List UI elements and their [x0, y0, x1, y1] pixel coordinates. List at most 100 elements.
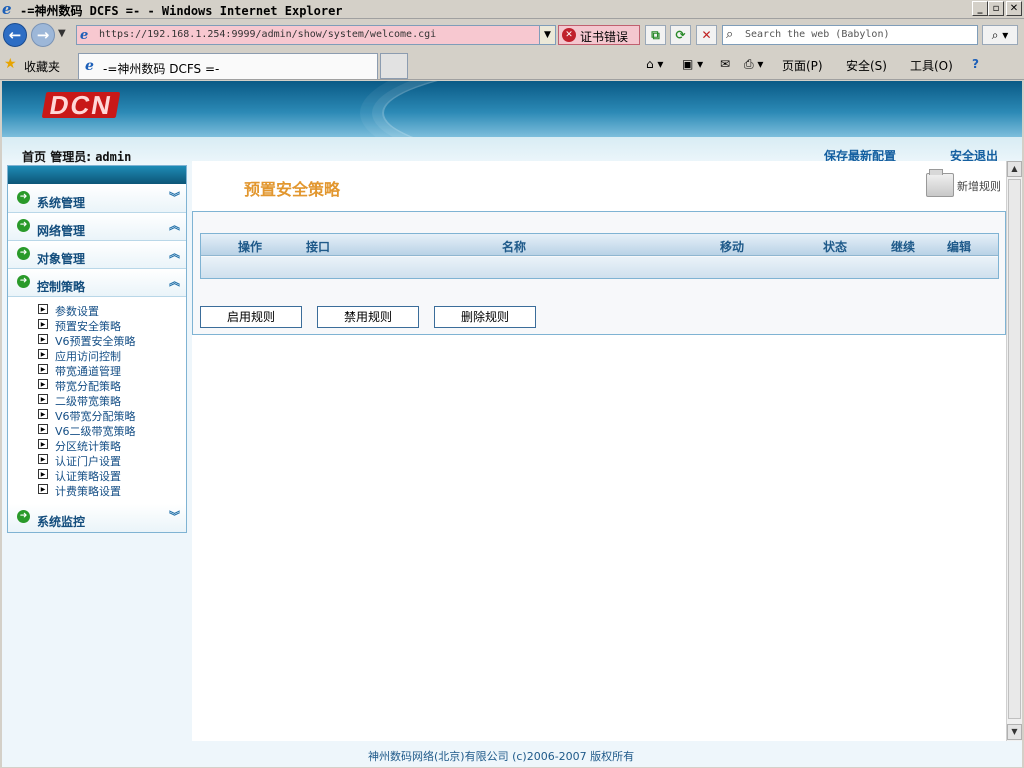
arrow-circle-icon: ➜: [17, 275, 30, 288]
home-icon[interactable]: ⌂ ▾: [646, 57, 663, 71]
tab-page-icon: e: [85, 58, 94, 74]
dcn-logo: DCN: [41, 90, 121, 120]
sidebar-item-label: 对象管理: [37, 252, 86, 266]
address-dropdown-icon[interactable]: ▼: [539, 26, 555, 44]
window-title: -=神州数码 DCFS =- - Windows Internet Explor…: [20, 4, 343, 18]
help-icon[interactable]: ?: [972, 57, 979, 71]
safety-menu[interactable]: 安全(S): [846, 57, 887, 74]
back-button[interactable]: ←: [3, 23, 27, 47]
column-header: 操作: [238, 240, 263, 254]
policy-table: 操作 接口 名称 移动 状态 继续 编辑: [200, 233, 999, 279]
folder-icon: [926, 169, 954, 197]
submenu-label: 二级带宽策略: [55, 395, 121, 408]
sidebar-header: [8, 166, 186, 184]
table-row: [201, 257, 998, 278]
chevron-down-icon[interactable]: ︾: [169, 189, 180, 205]
sidebar-item-monitor[interactable]: ➜ 系统监控 ︾: [8, 504, 186, 532]
submenu-label: 认证策略设置: [55, 470, 121, 483]
footer: 神州数码网络(北京)有限公司 (c)2006-2007 版权所有: [2, 741, 1022, 767]
feeds-icon[interactable]: ▣ ▾: [682, 57, 703, 71]
expand-box-icon: ▶: [38, 409, 48, 419]
forward-button[interactable]: →: [31, 23, 55, 47]
sidebar-item-label: 网络管理: [37, 224, 86, 238]
vertical-scrollbar[interactable]: ▲ ▼: [1006, 161, 1022, 741]
print-icon[interactable]: ⎙ ▾: [744, 57, 763, 72]
delete-rule-button[interactable]: 删除规则: [434, 306, 536, 328]
chevron-up-icon[interactable]: ︽: [169, 245, 180, 261]
submenu-label: 带宽通道管理: [55, 365, 121, 378]
submenu-label: 参数设置: [55, 305, 99, 318]
tools-menu[interactable]: 工具(O): [910, 57, 953, 74]
scroll-up-icon[interactable]: ▲: [1007, 161, 1022, 177]
scroll-down-icon[interactable]: ▼: [1007, 724, 1022, 740]
copyright-text: 神州数码网络(北京)有限公司 (c)2006-2007 版权所有: [368, 750, 635, 763]
browser-tab[interactable]: e -=神州数码 DCFS =-: [78, 53, 378, 79]
favorites-star-icon[interactable]: ★: [4, 56, 17, 72]
admin-label: 管理员:: [50, 150, 92, 164]
window-title-bar: e -=神州数码 DCFS =- - Windows Internet Expl…: [0, 0, 1024, 19]
favorites-bar: ★ 收藏夹 e -=神州数码 DCFS =- ⌂ ▾ ▣ ▾ ✉ ⎙ ▾ 页面(…: [0, 50, 1024, 80]
add-rule-label: 新增规则: [957, 180, 1001, 193]
main-content: 预置安全策略 新增规则 操作 接口 名称 移动 状态 继续 编辑 启用规则 禁用…: [192, 161, 1006, 741]
sidebar-item-control-policy[interactable]: ➜ 控制策略 ︽: [8, 269, 186, 297]
favorites-label[interactable]: 收藏夹: [24, 58, 60, 75]
add-rule-button[interactable]: 新增规则: [924, 169, 1004, 203]
shield-error-icon: ✕: [562, 28, 576, 42]
expand-box-icon: ▶: [38, 424, 48, 434]
page-menu[interactable]: 页面(P): [782, 57, 823, 74]
sidebar-item-objects[interactable]: ➜ 对象管理 ︽: [8, 241, 186, 269]
expand-box-icon: ▶: [38, 454, 48, 464]
sidebar-item-label: 控制策略: [37, 280, 86, 294]
sidebar-item-network[interactable]: ➜ 网络管理 ︽: [8, 213, 186, 241]
search-placeholder: Search the web (Babylon): [745, 29, 890, 40]
expand-box-icon: ▶: [38, 349, 48, 359]
scroll-thumb[interactable]: [1008, 179, 1021, 719]
expand-box-icon: ▶: [38, 484, 48, 494]
chevron-up-icon[interactable]: ︽: [169, 217, 180, 233]
certificate-error-button[interactable]: ✕ 证书错误: [558, 25, 640, 45]
page-icon: e: [80, 28, 89, 43]
policy-panel: 操作 接口 名称 移动 状态 继续 编辑 启用规则 禁用规则 删除规则: [192, 211, 1006, 335]
mail-icon[interactable]: ✉: [720, 57, 730, 71]
sidebar-item-label: 系统监控: [37, 515, 86, 529]
minimize-button[interactable]: _: [972, 1, 988, 16]
submenu-label: V6带宽分配策略: [55, 410, 136, 423]
new-tab-button[interactable]: [380, 53, 408, 79]
enable-rule-button[interactable]: 启用规则: [200, 306, 302, 328]
column-header: 继续: [891, 240, 916, 254]
compatibility-view-button[interactable]: ⧉: [645, 25, 666, 45]
logo-text: DCN: [47, 90, 115, 120]
sidebar-item-label: 系统管理: [37, 196, 86, 210]
stop-button[interactable]: ✕: [696, 25, 717, 45]
chevron-down-icon[interactable]: ︾: [169, 508, 180, 524]
tab-title: -=神州数码 DCFS =-: [103, 62, 220, 76]
disable-rule-button[interactable]: 禁用规则: [317, 306, 419, 328]
sidebar: ➜ 系统管理 ︾ ➜ 网络管理 ︽ ➜ 对象管理 ︽ ➜ 控制策略 ︽ ▶ 参数设…: [7, 165, 187, 533]
history-dropdown-icon[interactable]: ▼: [58, 28, 66, 39]
submenu-label: V6预置安全策略: [55, 335, 136, 348]
expand-box-icon: ▶: [38, 364, 48, 374]
address-bar[interactable]: e https://192.168.1.254:9999/admin/show/…: [76, 25, 556, 45]
arrow-circle-icon: ➜: [17, 219, 30, 232]
expand-box-icon: ▶: [38, 319, 48, 329]
url-text[interactable]: https://192.168.1.254:9999/admin/show/sy…: [99, 29, 436, 40]
maximize-button[interactable]: ▫: [988, 1, 1004, 16]
close-button[interactable]: ✕: [1006, 1, 1022, 16]
submenu-label: 分区统计策略: [55, 440, 121, 453]
breadcrumb-home[interactable]: 首页: [22, 150, 46, 164]
expand-box-icon: ▶: [38, 379, 48, 389]
search-box[interactable]: ⌕ Search the web (Babylon): [722, 25, 978, 45]
chevron-up-icon[interactable]: ︽: [169, 273, 180, 289]
certificate-error-label: 证书错误: [580, 30, 629, 44]
ie-icon: e: [2, 0, 12, 18]
submenu-label: V6二级带宽策略: [55, 425, 136, 438]
column-header: 名称: [502, 240, 527, 254]
refresh-button[interactable]: ⟳: [670, 25, 691, 45]
search-button[interactable]: ⌕ ▾: [982, 25, 1018, 45]
sidebar-item-system[interactable]: ➜ 系统管理 ︾: [8, 185, 186, 213]
column-header: 编辑: [947, 240, 972, 254]
arrow-circle-icon: ➜: [17, 510, 30, 523]
column-header: 接口: [306, 240, 331, 254]
address-toolbar: ← → ▼ e https://192.168.1.254:9999/admin…: [0, 20, 1024, 50]
expand-box-icon: ▶: [38, 439, 48, 449]
